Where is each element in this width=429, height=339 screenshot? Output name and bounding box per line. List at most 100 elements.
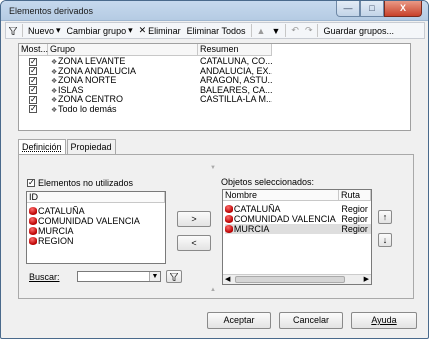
delete-label: Eliminar xyxy=(148,25,181,36)
filter-button[interactable] xyxy=(6,23,20,38)
close-button[interactable]: X xyxy=(384,1,422,17)
selected-objects-list[interactable]: Nombre Ruta CATALUÑA Regior COMUNIDAD VALE… xyxy=(222,189,372,285)
toolbar-separator xyxy=(22,24,23,37)
list-item[interactable]: CATALUÑA xyxy=(29,206,85,216)
list-item-name: CATALUÑA xyxy=(233,204,281,214)
derived-items-window: Elementos derivados — □ X Nuevo ▾ Cambia… xyxy=(0,0,429,339)
table-row[interactable]: ✓ ❖ZONA LEVANTE CATALUÑA, CO... xyxy=(19,57,410,67)
list-item-label: CATALUÑA xyxy=(38,206,85,216)
save-groups-label: Guardar grupos... xyxy=(323,25,395,36)
row-summary-cell: ARAGON, ASTU... xyxy=(200,76,272,85)
table-row[interactable]: ✓ ❖ZONA ANDALUCIA ANDALUCIA, EX... xyxy=(19,67,410,77)
scroll-thumb[interactable] xyxy=(235,276,345,283)
toolbar-separator xyxy=(285,24,287,37)
redo-button[interactable]: ↷ xyxy=(302,23,316,38)
table-row[interactable]: ✓ ❖Todo lo demás xyxy=(19,105,410,115)
database-icon xyxy=(225,215,233,223)
unused-items-label: Elementos no utilizados xyxy=(38,178,134,188)
move-down-order-button[interactable]: ↓ xyxy=(378,233,392,247)
window-controls: — □ X xyxy=(336,1,422,17)
row-group-name: ZONA NORTE xyxy=(58,76,117,85)
group-icon: ❖ xyxy=(51,106,58,114)
delete-button[interactable]: ✕ Eliminar xyxy=(136,23,184,38)
unused-items-checkbox[interactable]: ✓ Elementos no utilizados xyxy=(27,178,133,188)
add-item-button[interactable]: > xyxy=(177,211,211,227)
table-row[interactable]: ✓ ❖ZONA NORTE ARAGON, ASTU... xyxy=(19,76,410,86)
minimize-button[interactable]: — xyxy=(336,1,360,17)
move-up-button[interactable]: ▲ xyxy=(254,23,269,38)
row-summary-cell: ANDALUCIA, EX... xyxy=(200,66,272,76)
column-header-show[interactable]: Most... xyxy=(19,44,48,56)
table-row[interactable]: ✓ ❖ISLAS BALEARES, CA... xyxy=(19,86,410,96)
group-icon: ❖ xyxy=(51,59,58,66)
row-visible-checkbox[interactable]: ✓ xyxy=(29,95,37,104)
column-header-id[interactable]: ID xyxy=(27,192,165,203)
delete-all-button[interactable]: Eliminar Todos xyxy=(184,23,249,38)
row-visible-checkbox[interactable]: ✓ xyxy=(29,86,37,94)
horizontal-scrollbar[interactable]: ◀ ▶ xyxy=(223,274,371,284)
scroll-right-icon[interactable]: ▶ xyxy=(364,275,369,283)
undo-button[interactable]: ↶ xyxy=(288,23,302,38)
row-visible-checkbox[interactable]: ✓ xyxy=(29,67,37,75)
row-group-cell: ❖ZONA CENTRO xyxy=(51,95,196,105)
cancel-button[interactable]: Cancelar xyxy=(279,312,343,329)
list-item-path: Regior xyxy=(341,204,368,214)
row-summary-cell: CASTILLA-LA M... xyxy=(200,95,272,104)
undo-icon: ↶ xyxy=(291,25,299,35)
save-groups-button[interactable]: Guardar grupos... xyxy=(320,23,397,38)
list-item[interactable]: CATALUÑA Regior xyxy=(225,204,371,214)
database-icon xyxy=(29,227,37,235)
row-summary-cell: CATALUÑA, CO... xyxy=(200,57,272,66)
help-button[interactable]: Ayuda xyxy=(351,312,417,329)
splitter-bottom-grip[interactable]: ▲ xyxy=(209,287,217,293)
title-bar[interactable]: Elementos derivados — □ X xyxy=(1,1,428,21)
row-visible-checkbox[interactable]: ✓ xyxy=(29,57,37,66)
search-combobox[interactable]: ▼ xyxy=(77,271,161,282)
tab-definition[interactable]: Definición xyxy=(18,139,66,154)
arrow-down-icon: ▼ xyxy=(271,25,281,36)
unused-items-check[interactable]: ✓ xyxy=(27,179,35,187)
available-items-list[interactable]: ID CATALUÑA COMUNIDAD VALENCIA MURCIA REGIO… xyxy=(26,191,166,264)
row-visible-checkbox[interactable]: ✓ xyxy=(29,76,37,85)
ok-button[interactable]: Aceptar xyxy=(207,312,271,329)
list-item[interactable]: MURCIA xyxy=(29,226,74,236)
row-group-name: ZONA ANDALUCIA xyxy=(58,66,137,76)
new-label: Nuevo xyxy=(28,25,55,36)
table-row[interactable]: ✓ ❖ZONA CENTRO CASTILLA-LA M... xyxy=(19,95,410,105)
column-header-summary[interactable]: Resumen xyxy=(198,44,272,56)
list-item[interactable]: MURCIA Regior xyxy=(225,224,371,234)
row-group-name: Todo lo demás xyxy=(58,104,117,114)
scroll-left-icon[interactable]: ◀ xyxy=(225,275,230,283)
list-item-path: Regior xyxy=(341,224,368,234)
list-item[interactable]: REGION xyxy=(29,236,74,246)
tab-property[interactable]: Propiedad xyxy=(66,139,116,154)
list-item[interactable]: COMUNIDAD VALENCIA xyxy=(29,216,140,226)
row-group-cell: ❖ZONA ANDALUCIA xyxy=(51,67,196,77)
chevron-down-icon[interactable]: ▼ xyxy=(149,272,160,281)
row-group-name: ZONA LEVANTE xyxy=(58,57,126,66)
column-header-path[interactable]: Ruta xyxy=(339,190,371,201)
column-header-name[interactable]: Nombre xyxy=(223,190,339,201)
selected-objects-title: Objetos seleccionados: xyxy=(221,177,315,187)
change-group-dropdown-button[interactable]: Cambiar grupo ▾ xyxy=(64,23,136,38)
database-icon xyxy=(29,207,37,215)
search-filter-button[interactable] xyxy=(166,270,182,283)
move-up-order-button[interactable]: ↑ xyxy=(378,210,392,224)
list-item[interactable]: COMUNIDAD VALENCIA Regior xyxy=(225,214,371,224)
dropdown-arrow-icon: ▾ xyxy=(128,25,133,35)
delete-all-label: Eliminar Todos xyxy=(186,25,246,36)
arrow-up-icon: ▲ xyxy=(256,25,266,36)
column-header-group[interactable]: Grupo xyxy=(48,44,198,56)
maximize-button[interactable]: □ xyxy=(360,1,384,17)
move-down-button[interactable]: ▼ xyxy=(268,23,283,38)
splitter-top-grip[interactable]: ▼ xyxy=(209,165,217,171)
change-group-label: Cambiar grupo xyxy=(66,25,127,36)
group-icon: ❖ xyxy=(51,87,58,95)
remove-item-button[interactable]: < xyxy=(177,235,211,251)
toolbar-separator xyxy=(250,24,252,37)
list-item-label: REGION xyxy=(38,236,74,246)
new-dropdown-button[interactable]: Nuevo ▾ xyxy=(25,23,64,38)
groups-grid: Most... Grupo Resumen ✓ ❖ZONA LEVANTE CATA… xyxy=(18,43,411,131)
row-visible-checkbox[interactable]: ✓ xyxy=(29,105,37,113)
search-label: Buscar: xyxy=(29,272,60,282)
